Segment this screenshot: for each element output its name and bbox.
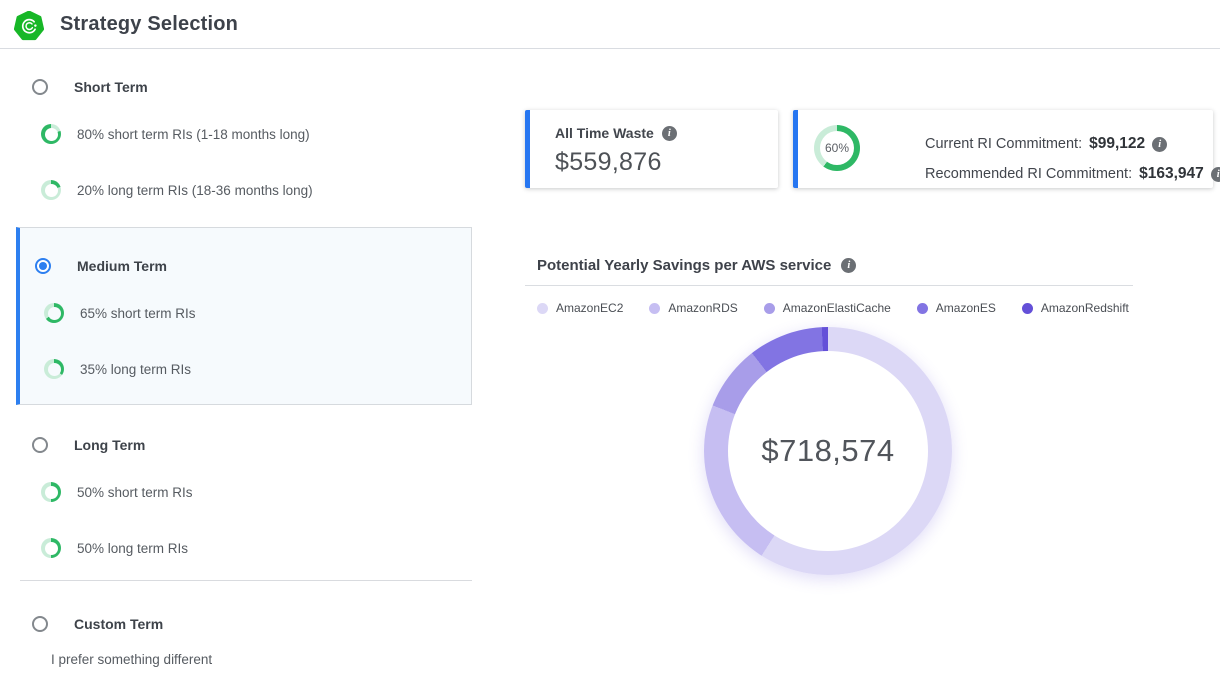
radio-icon-long-term[interactable] [32,437,48,453]
radio-selected-icon[interactable] [35,258,51,274]
strategy-detail-item: 65% short term RIs [44,302,196,324]
term-label: Medium Term [77,258,167,274]
progress-ring-icon [41,538,61,558]
ri-commitment-card: 60% Current RI Commitment: $99,122 i Rec… [793,110,1213,188]
app-logo-icon [14,11,44,41]
info-icon[interactable]: i [1152,137,1167,152]
strategy-detail-text: 80% short term RIs (1-18 months long) [77,127,310,142]
chart-legend: AmazonEC2 AmazonRDS AmazonElastiCache Am… [537,301,1097,315]
gauge-60-percent-icon: 60% [814,125,860,171]
legend-label: AmazonElastiCache [783,301,891,315]
legend-item-amazonrds[interactable]: AmazonRDS [649,301,737,315]
strategy-detail-item: 50% short term RIs [41,481,193,503]
legend-item-amazonredshift[interactable]: AmazonRedshift [1022,301,1129,315]
progress-ring-icon [41,482,61,502]
custom-term-note: I prefer something different [51,652,212,667]
radio-option-custom-term[interactable]: Custom Term [32,611,163,637]
strategy-detail-text: 50% short term RIs [77,485,193,500]
strategy-detail-text: 35% long term RIs [80,362,191,377]
strategy-detail-text: 65% short term RIs [80,306,196,321]
ri-line-label: Recommended RI Commitment: [925,166,1132,182]
divider [20,580,472,581]
current-ri-commitment-row: Current RI Commitment: $99,122 i [925,135,1167,153]
info-icon[interactable]: i [662,126,677,141]
radio-option-long-term[interactable]: Long Term [32,432,145,458]
legend-dot-icon [917,303,928,314]
divider [525,285,1133,286]
waste-card-label: All Time Waste [555,125,654,141]
ri-line-value: $99,122 [1089,135,1145,153]
waste-card-value: $559,876 [555,148,662,177]
legend-dot-icon [764,303,775,314]
legend-label: AmazonEC2 [556,301,623,315]
progress-ring-icon [44,359,64,379]
term-label: Long Term [74,437,145,453]
radio-icon-short-term[interactable] [32,79,48,95]
legend-label: AmazonRedshift [1041,301,1129,315]
radio-option-short-term[interactable]: Short Term [32,74,148,100]
legend-dot-icon [1022,303,1033,314]
strategy-detail-text: 20% long term RIs (18-36 months long) [77,183,313,198]
progress-ring-icon [41,124,61,144]
progress-ring-icon [44,303,64,323]
donut-center: $718,574 [728,351,928,551]
strategy-detail-item: 50% long term RIs [41,537,188,559]
strategy-detail-item: 35% long term RIs [44,358,191,380]
chart-title: Potential Yearly Savings per AWS service [537,257,831,274]
info-icon[interactable]: i [1211,167,1220,182]
strategy-detail-item: 20% long term RIs (18-36 months long) [41,179,313,201]
progress-ring-icon [41,180,61,200]
all-time-waste-card: All Time Waste i $559,876 [525,110,778,188]
info-icon[interactable]: i [841,258,856,273]
donut-total-value: $718,574 [761,433,894,469]
legend-label: AmazonRDS [668,301,737,315]
radio-icon-custom-term[interactable] [32,616,48,632]
legend-item-amazonelasticache[interactable]: AmazonElastiCache [764,301,891,315]
app-header: Strategy Selection [0,0,1220,49]
ri-line-value: $163,947 [1139,165,1204,183]
legend-dot-icon [537,303,548,314]
strategy-detail-item: 80% short term RIs (1-18 months long) [41,123,310,145]
strategy-detail-text: 50% long term RIs [77,541,188,556]
term-label: Short Term [74,79,148,95]
recommended-ri-commitment-row: Recommended RI Commitment: $163,947 i [925,165,1220,183]
savings-donut-chart: $718,574 [704,327,952,575]
legend-item-amazonec2[interactable]: AmazonEC2 [537,301,623,315]
chart-header: Potential Yearly Savings per AWS service… [537,257,856,274]
legend-dot-icon [649,303,660,314]
term-label: Custom Term [74,616,163,632]
gauge-label: 60% [825,141,849,155]
page-title: Strategy Selection [60,13,238,36]
legend-label: AmazonES [936,301,996,315]
ri-line-label: Current RI Commitment: [925,136,1082,152]
legend-item-amazones[interactable]: AmazonES [917,301,996,315]
radio-option-medium-term[interactable]: Medium Term [35,253,167,279]
